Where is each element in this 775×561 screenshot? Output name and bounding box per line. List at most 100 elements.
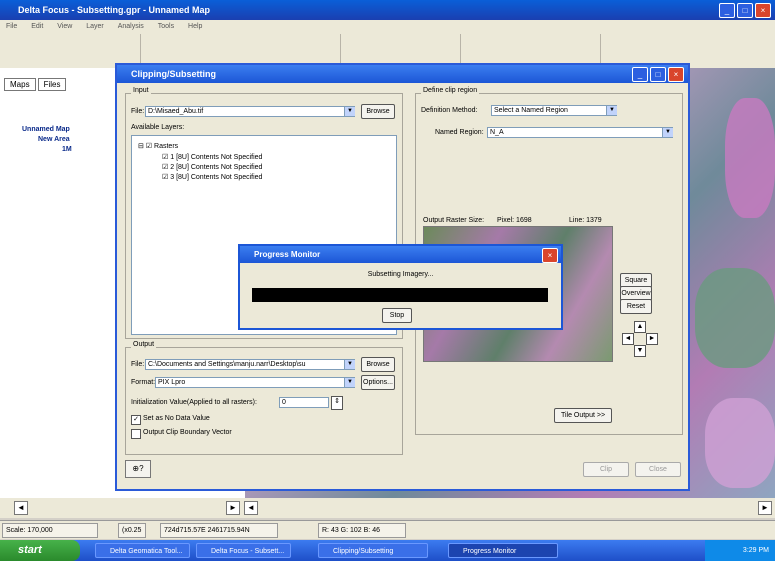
input-file-field[interactable]: D:\Misaed_Abu.tif (145, 106, 355, 117)
output-file-dropdown-icon[interactable]: ▼ (344, 360, 355, 369)
raster-line: Line: 1379 (569, 217, 602, 224)
dialog-title: Clipping/Subsetting (131, 69, 216, 79)
output-group-label: Output (131, 341, 157, 348)
taskbar: start Delta Geomatica Tool... Delta Focu… (0, 540, 775, 561)
pan-left-icon[interactable]: ◄ (622, 333, 634, 345)
nodata-checkbox[interactable]: ✓ (131, 415, 141, 425)
clip-region-label: Define clip region (421, 87, 480, 94)
system-tray: 3:29 PM (705, 540, 775, 561)
close-button[interactable]: × (755, 3, 771, 18)
app-window-buttons: _ □ × (719, 3, 771, 18)
status-zoom: (x0.25 (118, 523, 146, 538)
tree-item-layer[interactable]: 1M (62, 146, 72, 153)
clock: 3:29 PM (742, 547, 769, 554)
method-label: Definition Method: (421, 107, 478, 114)
app-titlebar: Delta Focus - Subsetting.gpr - Unnamed M… (0, 0, 775, 20)
progress-titlebar: Progress Monitor (240, 246, 561, 263)
layer-item-label: 2 [8U] Contents Not Specified (170, 164, 263, 171)
layer-item-label: 3 [8U] Contents Not Specified (170, 174, 263, 181)
init-value-spinner-icon[interactable]: ⇕ (331, 396, 343, 410)
horizontal-scrollbar[interactable]: ◄ ► ◄ ► (0, 498, 775, 518)
format-dropdown-icon[interactable]: ▼ (344, 378, 355, 387)
input-browse-button[interactable]: Browse (361, 104, 395, 119)
menu-edit[interactable]: Edit (31, 23, 43, 30)
status-scale: Scale: 170,000 (2, 523, 98, 538)
help-icon[interactable]: ⊕? (125, 460, 151, 478)
pan-up-icon[interactable]: ▲ (634, 321, 646, 333)
scroll-left-icon[interactable]: ◄ (244, 501, 258, 515)
progress-title: Progress Monitor (254, 250, 321, 259)
layers-root[interactable]: ⊟ ☑ Rasters (138, 142, 178, 150)
map-region (725, 98, 775, 218)
pan-down-icon[interactable]: ▼ (634, 345, 646, 357)
minimize-button[interactable]: _ (632, 67, 648, 82)
init-value-label: Initialization Value(Applied to all rast… (131, 399, 257, 406)
start-button[interactable]: start (0, 540, 80, 561)
layers-label: Available Layers: (131, 124, 185, 131)
options-button[interactable]: Options... (361, 375, 395, 390)
tree-item-area[interactable]: New Area (38, 136, 70, 143)
dialog-window-buttons: _ □ × (632, 67, 684, 82)
boundary-label: Output Clip Boundary Vector (143, 429, 232, 436)
method-select[interactable]: Select a Named Region (491, 105, 617, 116)
menu-tools[interactable]: Tools (158, 23, 174, 30)
raster-size-label: Output Raster Size: (423, 217, 485, 224)
tile-output-button[interactable]: Tile Output >> (554, 408, 612, 423)
stop-button[interactable]: Stop (382, 308, 412, 323)
scroll-right-icon[interactable]: ► (758, 501, 772, 515)
named-region-select[interactable]: N_A (487, 127, 673, 138)
layer-item[interactable]: ☑ 3 [8U] Contents Not Specified (162, 173, 262, 181)
left-panel-tabs: Maps Files (4, 78, 67, 91)
input-file-dropdown-icon[interactable]: ▼ (344, 107, 355, 116)
output-file-field[interactable]: C:\Documents and Settings\manju.narr\Des… (145, 359, 355, 370)
input-group-label: Input (131, 87, 151, 94)
layer-item[interactable]: ☑ 1 [8U] Contents Not Specified (162, 153, 262, 161)
menu-help[interactable]: Help (188, 23, 202, 30)
task-clipping[interactable]: Clipping/Subsetting (318, 543, 428, 558)
named-region-label: Named Region: (435, 129, 484, 136)
layer-item-label: 1 [8U] Contents Not Specified (170, 154, 263, 161)
tab-files[interactable]: Files (37, 78, 67, 91)
task-progress[interactable]: Progress Monitor (448, 543, 558, 558)
app-title: Delta Focus - Subsetting.gpr - Unnamed M… (18, 5, 211, 15)
raster-pixel: Pixel: 1698 (497, 217, 532, 224)
tab-maps[interactable]: Maps (4, 78, 36, 91)
output-file-label: File: (131, 361, 145, 368)
maximize-button[interactable]: □ (737, 3, 753, 18)
input-file-label: File: (131, 108, 145, 115)
status-rgb: R: 43 G: 102 B: 46 (318, 523, 406, 538)
layer-item[interactable]: ☑ 2 [8U] Contents Not Specified (162, 163, 262, 171)
format-select[interactable]: PIX Lpro (155, 377, 355, 388)
scroll-right-icon[interactable]: ► (226, 501, 240, 515)
nodata-label: Set as No Data Value (143, 415, 210, 422)
output-browse-button[interactable]: Browse (361, 357, 395, 372)
minimize-button[interactable]: _ (719, 3, 735, 18)
menu-file[interactable]: File (6, 23, 17, 30)
clip-button[interactable]: Clip (583, 462, 629, 477)
menu-layer[interactable]: Layer (86, 23, 104, 30)
menu-view[interactable]: View (57, 23, 72, 30)
dialog-titlebar: Clipping/Subsetting (117, 65, 688, 83)
progress-bar (252, 288, 548, 302)
layers-root-label: Rasters (154, 143, 179, 150)
pan-right-icon[interactable]: ► (646, 333, 658, 345)
named-region-dropdown-icon[interactable]: ▼ (662, 128, 673, 137)
close-button[interactable]: × (542, 248, 558, 263)
task-focus[interactable]: Delta Focus - Subsett... (196, 543, 291, 558)
close-button[interactable]: × (668, 67, 684, 82)
statusbar: Scale: 170,000 (x0.25 724d715.57E 246171… (0, 520, 775, 539)
progress-monitor-dialog: Progress Monitor × Subsetting Imagery...… (238, 244, 563, 330)
tree-item-map[interactable]: Unnamed Map (22, 126, 70, 133)
scroll-left-icon[interactable]: ◄ (14, 501, 28, 515)
map-region (705, 398, 775, 488)
close-dialog-button[interactable]: Close (635, 462, 681, 477)
status-coords: 724d715.57E 2461715.94N (160, 523, 278, 538)
boundary-checkbox[interactable] (131, 429, 141, 439)
reset-button[interactable]: Reset (620, 299, 652, 314)
task-geomatica[interactable]: Delta Geomatica Tool... (95, 543, 190, 558)
format-label: Format: (131, 379, 156, 386)
maximize-button[interactable]: □ (650, 67, 666, 82)
method-dropdown-icon[interactable]: ▼ (606, 106, 617, 115)
menu-analysis[interactable]: Analysis (118, 23, 144, 30)
init-value-field[interactable]: 0 (279, 397, 329, 408)
